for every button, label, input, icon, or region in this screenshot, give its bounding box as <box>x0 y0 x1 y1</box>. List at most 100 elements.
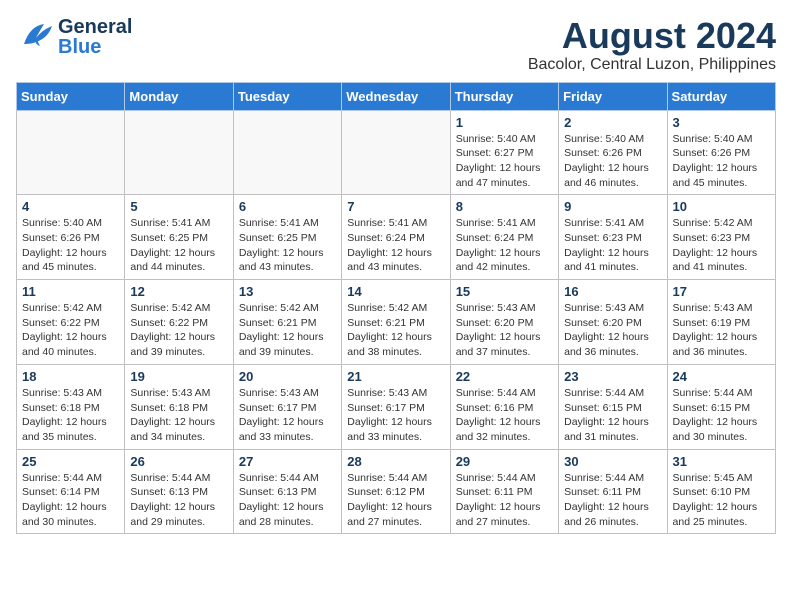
page-header: General Blue August 2024 Bacolor, Centra… <box>16 16 776 74</box>
day-number: 21 <box>347 369 444 384</box>
day-number: 11 <box>22 284 119 299</box>
calendar-cell: 16 Sunrise: 5:43 AM Sunset: 6:20 PM Dayli… <box>559 280 667 365</box>
day-info: Sunrise: 5:44 AM Sunset: 6:16 PM Dayligh… <box>456 386 553 445</box>
calendar-cell: 10 Sunrise: 5:42 AM Sunset: 6:23 PM Dayli… <box>667 195 775 280</box>
calendar-cell: 6 Sunrise: 5:41 AM Sunset: 6:25 PM Daylig… <box>233 195 341 280</box>
calendar-cell: 7Sunrise: 5:41 AM Sunset: 6:24 PM Daylig… <box>342 195 450 280</box>
weekday-header: Thursday <box>450 82 558 110</box>
day-info: Sunrise: 5:45 AM Sunset: 6:10 PM Dayligh… <box>673 471 770 530</box>
day-info: Sunrise: 5:41 AM Sunset: 6:23 PM Dayligh… <box>564 216 661 275</box>
calendar-cell: 20 Sunrise: 5:43 AM Sunset: 6:17 PM Dayli… <box>233 364 341 449</box>
day-number: 31 <box>673 454 770 469</box>
day-info: Sunrise: 5:44 AM Sunset: 6:12 PM Dayligh… <box>347 471 444 530</box>
weekday-header: Sunday <box>17 82 125 110</box>
day-number: 30 <box>564 454 661 469</box>
day-info: Sunrise: 5:44 AM Sunset: 6:13 PM Dayligh… <box>239 471 336 530</box>
calendar-cell: 14Sunrise: 5:42 AM Sunset: 6:21 PM Dayli… <box>342 280 450 365</box>
calendar-cell: 28 Sunrise: 5:44 AM Sunset: 6:12 PM Dayli… <box>342 449 450 534</box>
calendar-cell: 1Sunrise: 5:40 AM Sunset: 6:27 PM Daylig… <box>450 110 558 195</box>
calendar-cell: 18 Sunrise: 5:43 AM Sunset: 6:18 PM Dayli… <box>17 364 125 449</box>
calendar-week-row: 4Sunrise: 5:40 AM Sunset: 6:26 PM Daylig… <box>17 195 776 280</box>
logo-icon <box>16 16 56 57</box>
day-number: 17 <box>673 284 770 299</box>
day-info: Sunrise: 5:43 AM Sunset: 6:18 PM Dayligh… <box>130 386 227 445</box>
day-number: 7 <box>347 199 444 214</box>
day-number: 12 <box>130 284 227 299</box>
day-info: Sunrise: 5:40 AM Sunset: 6:26 PM Dayligh… <box>564 132 661 191</box>
calendar-cell: 5Sunrise: 5:41 AM Sunset: 6:25 PM Daylig… <box>125 195 233 280</box>
calendar-cell: 29 Sunrise: 5:44 AM Sunset: 6:11 PM Dayli… <box>450 449 558 534</box>
calendar-cell: 8Sunrise: 5:41 AM Sunset: 6:24 PM Daylig… <box>450 195 558 280</box>
calendar-week-row: 25 Sunrise: 5:44 AM Sunset: 6:14 PM Dayli… <box>17 449 776 534</box>
calendar-cell: 13 Sunrise: 5:42 AM Sunset: 6:21 PM Dayli… <box>233 280 341 365</box>
day-number: 10 <box>673 199 770 214</box>
day-number: 23 <box>564 369 661 384</box>
day-number: 27 <box>239 454 336 469</box>
weekday-header: Friday <box>559 82 667 110</box>
calendar-cell: 22 Sunrise: 5:44 AM Sunset: 6:16 PM Dayli… <box>450 364 558 449</box>
calendar-table: SundayMondayTuesdayWednesdayThursdayFrid… <box>16 82 776 535</box>
calendar-cell: 23Sunrise: 5:44 AM Sunset: 6:15 PM Dayli… <box>559 364 667 449</box>
day-info: Sunrise: 5:44 AM Sunset: 6:13 PM Dayligh… <box>130 471 227 530</box>
weekday-header: Saturday <box>667 82 775 110</box>
day-info: Sunrise: 5:41 AM Sunset: 6:25 PM Dayligh… <box>239 216 336 275</box>
day-number: 20 <box>239 369 336 384</box>
calendar-header-row: SundayMondayTuesdayWednesdayThursdayFrid… <box>17 82 776 110</box>
day-number: 19 <box>130 369 227 384</box>
logo: General Blue <box>16 16 132 57</box>
day-number: 1 <box>456 115 553 130</box>
calendar-cell: 27 Sunrise: 5:44 AM Sunset: 6:13 PM Dayli… <box>233 449 341 534</box>
calendar-cell <box>17 110 125 195</box>
day-number: 8 <box>456 199 553 214</box>
day-number: 16 <box>564 284 661 299</box>
day-number: 5 <box>130 199 227 214</box>
calendar-cell: 2Sunrise: 5:40 AM Sunset: 6:26 PM Daylig… <box>559 110 667 195</box>
logo-blue: Blue <box>58 37 132 57</box>
day-info: Sunrise: 5:43 AM Sunset: 6:20 PM Dayligh… <box>564 301 661 360</box>
calendar-cell: 30 Sunrise: 5:44 AM Sunset: 6:11 PM Dayli… <box>559 449 667 534</box>
calendar-cell <box>233 110 341 195</box>
logo-general: General <box>58 17 132 37</box>
logo-text: General Blue <box>58 17 132 57</box>
calendar-cell: 11 Sunrise: 5:42 AM Sunset: 6:22 PM Dayli… <box>17 280 125 365</box>
calendar-week-row: 18 Sunrise: 5:43 AM Sunset: 6:18 PM Dayli… <box>17 364 776 449</box>
day-info: Sunrise: 5:42 AM Sunset: 6:21 PM Dayligh… <box>239 301 336 360</box>
day-number: 6 <box>239 199 336 214</box>
day-info: Sunrise: 5:44 AM Sunset: 6:11 PM Dayligh… <box>456 471 553 530</box>
calendar-cell <box>342 110 450 195</box>
calendar-week-row: 11 Sunrise: 5:42 AM Sunset: 6:22 PM Dayli… <box>17 280 776 365</box>
calendar-cell: 31 Sunrise: 5:45 AM Sunset: 6:10 PM Dayli… <box>667 449 775 534</box>
day-info: Sunrise: 5:44 AM Sunset: 6:11 PM Dayligh… <box>564 471 661 530</box>
day-number: 28 <box>347 454 444 469</box>
day-info: Sunrise: 5:42 AM Sunset: 6:22 PM Dayligh… <box>22 301 119 360</box>
weekday-header: Wednesday <box>342 82 450 110</box>
calendar-cell: 15Sunrise: 5:43 AM Sunset: 6:20 PM Dayli… <box>450 280 558 365</box>
day-info: Sunrise: 5:44 AM Sunset: 6:14 PM Dayligh… <box>22 471 119 530</box>
calendar-cell: 9 Sunrise: 5:41 AM Sunset: 6:23 PM Daylig… <box>559 195 667 280</box>
calendar-week-row: 1Sunrise: 5:40 AM Sunset: 6:27 PM Daylig… <box>17 110 776 195</box>
day-info: Sunrise: 5:42 AM Sunset: 6:21 PM Dayligh… <box>347 301 444 360</box>
day-number: 25 <box>22 454 119 469</box>
day-number: 18 <box>22 369 119 384</box>
day-info: Sunrise: 5:43 AM Sunset: 6:17 PM Dayligh… <box>347 386 444 445</box>
day-info: Sunrise: 5:42 AM Sunset: 6:23 PM Dayligh… <box>673 216 770 275</box>
weekday-header: Tuesday <box>233 82 341 110</box>
day-number: 4 <box>22 199 119 214</box>
day-number: 3 <box>673 115 770 130</box>
calendar-cell: 25 Sunrise: 5:44 AM Sunset: 6:14 PM Dayli… <box>17 449 125 534</box>
day-number: 22 <box>456 369 553 384</box>
day-number: 9 <box>564 199 661 214</box>
day-info: Sunrise: 5:40 AM Sunset: 6:26 PM Dayligh… <box>673 132 770 191</box>
day-info: Sunrise: 5:43 AM Sunset: 6:17 PM Dayligh… <box>239 386 336 445</box>
weekday-header: Monday <box>125 82 233 110</box>
day-number: 29 <box>456 454 553 469</box>
day-info: Sunrise: 5:44 AM Sunset: 6:15 PM Dayligh… <box>673 386 770 445</box>
day-info: Sunrise: 5:43 AM Sunset: 6:19 PM Dayligh… <box>673 301 770 360</box>
day-info: Sunrise: 5:42 AM Sunset: 6:22 PM Dayligh… <box>130 301 227 360</box>
calendar-cell: 19 Sunrise: 5:43 AM Sunset: 6:18 PM Dayli… <box>125 364 233 449</box>
day-info: Sunrise: 5:43 AM Sunset: 6:18 PM Dayligh… <box>22 386 119 445</box>
day-number: 13 <box>239 284 336 299</box>
calendar-cell: 21 Sunrise: 5:43 AM Sunset: 6:17 PM Dayli… <box>342 364 450 449</box>
calendar-cell: 26Sunrise: 5:44 AM Sunset: 6:13 PM Dayli… <box>125 449 233 534</box>
title-block: August 2024 Bacolor, Central Luzon, Phil… <box>528 16 776 74</box>
